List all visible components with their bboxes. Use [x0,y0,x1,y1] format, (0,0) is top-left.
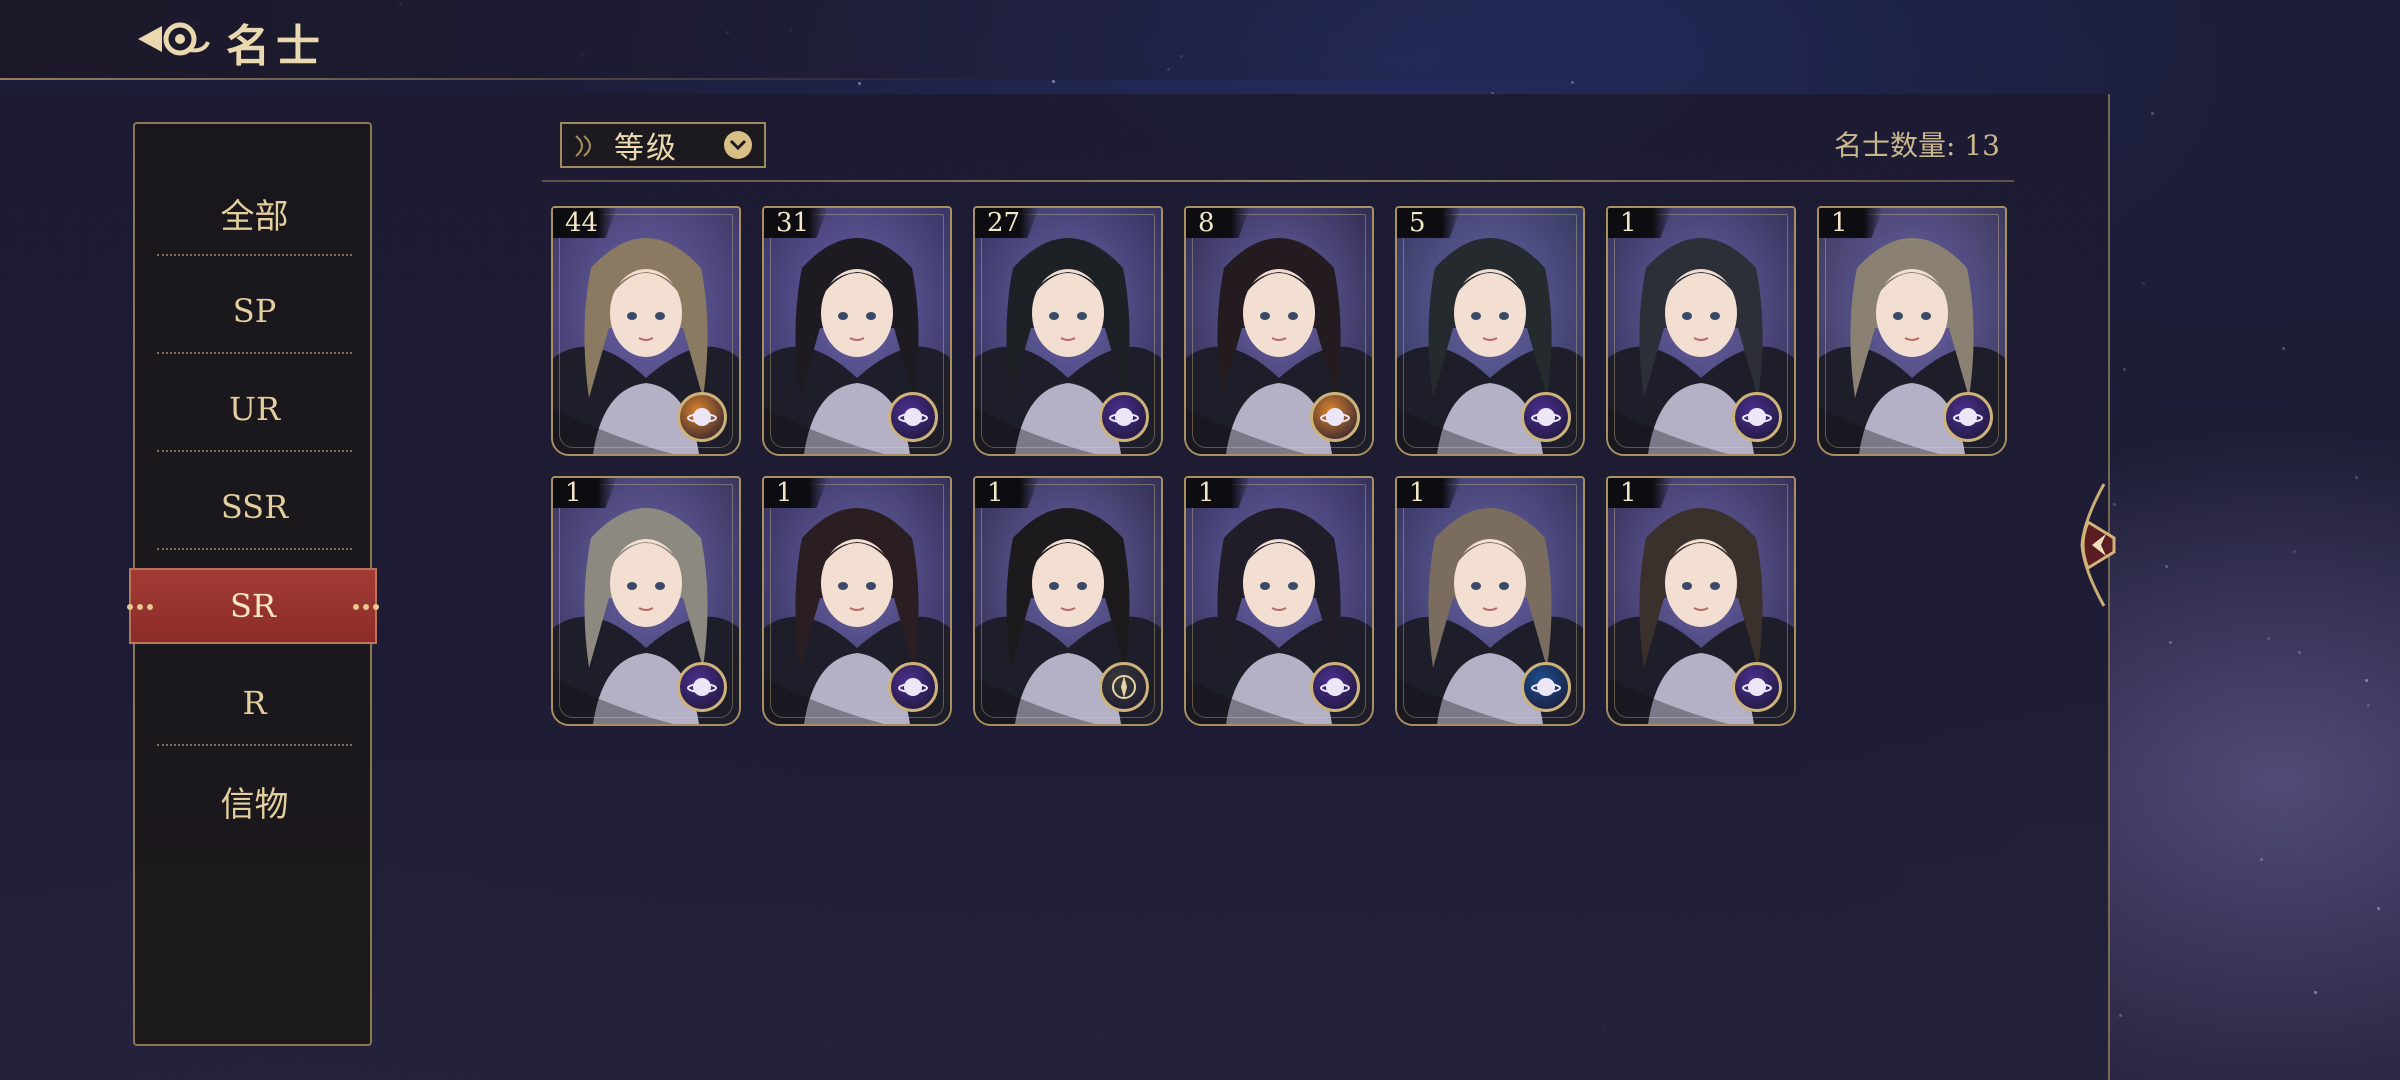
purple-orb-icon [1732,662,1782,712]
sort-label: 等级 [614,131,678,166]
sidebar-item-label: SSR [220,488,289,526]
hero-count: 名士数量: 13 [1730,124,2000,164]
sidebar-divider [157,254,352,256]
sort-ornament-icon [575,135,591,157]
sidebar-divider [157,744,352,746]
hero-card[interactable]: 1 [1817,206,2007,456]
top-bar [0,0,2400,80]
blue-orb-icon [1521,662,1571,712]
hero-card[interactable]: 1 [1395,476,1585,726]
sidebar-item-all[interactable]: 全部 [135,164,374,262]
purple-orb-icon [1310,662,1360,712]
hero-card[interactable]: 1 [1606,476,1796,726]
orange-orb-icon [1310,392,1360,442]
purple-orb-icon [677,662,727,712]
purple-orb-icon [888,392,938,442]
category-sidebar: 全部 SP UR SSR SR R 信物 [127,122,379,1046]
hero-card[interactable]: 1 [551,476,741,726]
sidebar-divider [157,450,352,452]
sidebar-item-ur[interactable]: UR [135,360,374,458]
hero-card[interactable]: 1 [973,476,1163,726]
sidebar-item-label: 全部 [220,196,289,237]
page-title: 名士 [226,21,326,72]
sidebar-item-label: SP [232,292,277,330]
chevron-down-icon [724,131,752,159]
hero-card[interactable]: 8 [1184,206,1374,456]
collapse-arrow-icon [2080,483,2116,607]
hero-card[interactable]: 5 [1395,206,1585,456]
hero-card[interactable]: 27 [973,206,1163,456]
sidebar-item-sr[interactable]: SR [127,568,379,644]
hero-card[interactable]: 44 [551,206,741,456]
purple-orb-icon [1099,392,1149,442]
purple-orb-icon [888,662,938,712]
sidebar-divider [157,352,352,354]
top-bar-divider [0,78,1000,80]
sidebar-item-label: SR [229,587,276,625]
sort-dropdown[interactable]: 等级 [560,122,766,168]
sidebar-item-tokens[interactable]: 信物 [135,752,374,850]
sidebar-divider [157,548,352,550]
sidebar-item-ssr[interactable]: SSR [135,458,374,556]
list-header-divider [542,180,2014,182]
tab-ornament [127,602,153,612]
gray-compass-icon [1099,662,1149,712]
back-cloud-icon [138,22,210,56]
sidebar-item-r[interactable]: R [135,654,374,752]
purple-orb-icon [1732,392,1782,442]
sidebar-item-label: 信物 [220,784,289,825]
tab-ornament [353,602,379,612]
hero-count-label: 名士数量: [1834,129,1956,162]
sidebar-item-label: UR [228,390,281,428]
sidebar-item-label: R [242,684,267,722]
hero-card[interactable]: 1 [1184,476,1374,726]
hero-card[interactable]: 31 [762,206,952,456]
sidebar-item-sp[interactable]: SP [135,262,374,360]
orange-orb-icon [677,392,727,442]
hero-card[interactable]: 1 [1606,206,1796,456]
purple-orb-icon [1521,392,1571,442]
hero-card[interactable]: 1 [762,476,952,726]
purple-orb-icon [1943,392,1993,442]
hero-count-value: 13 [1964,129,2000,162]
collapse-panel-button[interactable] [2074,480,2118,610]
back-button[interactable] [132,14,212,64]
